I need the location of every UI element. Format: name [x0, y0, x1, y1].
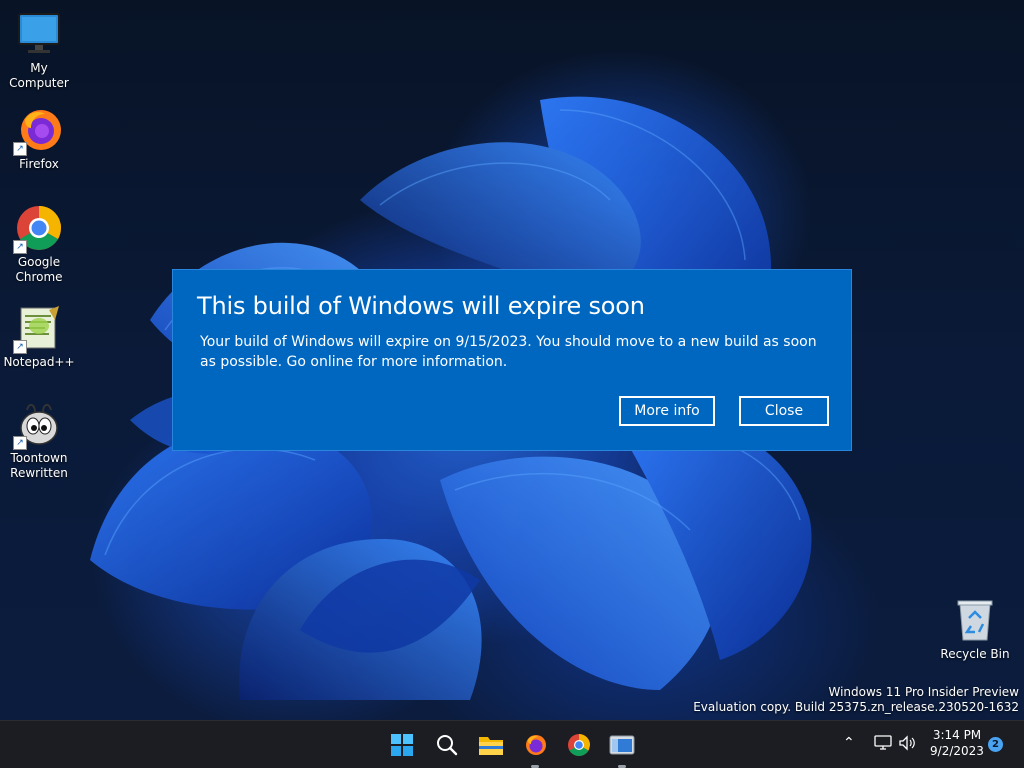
desktop-icon-notepadpp[interactable]: ↗ Notepad++: [1, 304, 77, 370]
file-explorer-button[interactable]: [475, 729, 507, 761]
chrome-icon: ↗: [13, 204, 63, 254]
desktop-icon-google-chrome[interactable]: ↗ Google Chrome: [1, 204, 77, 285]
firefox-icon: ↗: [13, 106, 63, 156]
recycle-bin-icon: [951, 596, 999, 644]
chrome-icon: [568, 734, 590, 756]
watermark-edition: Windows 11 Pro Insider Preview: [828, 685, 1019, 699]
file-explorer-icon: [479, 737, 503, 755]
network-icon[interactable]: [874, 735, 892, 755]
build-expiry-dialog: This build of Windows will expire soon Y…: [172, 269, 852, 451]
dialog-message: Your build of Windows will expire on 9/1…: [200, 334, 817, 370]
toontown-icon: ↗: [13, 400, 63, 450]
search-button[interactable]: [431, 729, 463, 761]
notepadpp-icon: ↗: [13, 304, 63, 354]
desktop: My Computer ↗ Firefox ↗ Google Chrome ↗ …: [0, 0, 1024, 720]
desktop-icon-my-computer[interactable]: My Computer: [1, 10, 77, 91]
watermark-build: Evaluation copy. Build 25375.zn_release.…: [693, 700, 1019, 714]
app-window-icon: [609, 735, 635, 755]
clock-time: 3:14 PM: [932, 728, 982, 742]
start-icon: [391, 734, 413, 756]
desktop-icon-label: Toontown Rewritten: [10, 451, 68, 480]
build-watermark: Windows 11 Pro Insider Preview Evaluatio…: [693, 685, 1019, 715]
taskbar-firefox-button[interactable]: [519, 729, 551, 768]
shortcut-arrow-icon: ↗: [13, 240, 27, 254]
desktop-icon-toontown-rewritten[interactable]: ↗ Toontown Rewritten: [1, 400, 77, 481]
dialog-title: This build of Windows will expire soon: [197, 292, 645, 320]
clock-date: 9/2/2023: [930, 744, 984, 758]
start-button[interactable]: [386, 729, 418, 761]
desktop-icon-label: Google Chrome: [15, 255, 63, 284]
system-clock[interactable]: 3:14 PM 9/2/2023: [926, 727, 988, 759]
desktop-icon-label: My Computer: [9, 61, 69, 90]
desktop-icon-label: Notepad++: [3, 355, 75, 369]
taskbar-app-window-button[interactable]: [606, 729, 638, 768]
taskbar-chrome-button[interactable]: [563, 729, 595, 761]
firefox-icon: [526, 735, 546, 755]
shortcut-arrow-icon: ↗: [13, 436, 27, 450]
notification-count-badge[interactable]: 2: [988, 737, 1003, 752]
show-hidden-icons-chevron-icon[interactable]: ⌃: [843, 735, 855, 751]
desktop-icon-label: Firefox: [19, 157, 59, 171]
desktop-icon-recycle-bin[interactable]: Recycle Bin: [937, 596, 1013, 662]
shortcut-arrow-icon: ↗: [13, 142, 27, 156]
close-button[interactable]: Close: [739, 396, 829, 426]
desktop-icon-label: Recycle Bin: [940, 647, 1010, 661]
shortcut-arrow-icon: ↗: [13, 340, 27, 354]
monitor-icon: [15, 10, 63, 58]
taskbar: ⌃ 3:14 PM 9/2/2023 2: [0, 720, 1024, 768]
more-info-button[interactable]: More info: [619, 396, 715, 426]
volume-icon[interactable]: [898, 735, 916, 755]
desktop-icon-firefox[interactable]: ↗ Firefox: [1, 106, 77, 172]
search-icon: [437, 735, 458, 756]
